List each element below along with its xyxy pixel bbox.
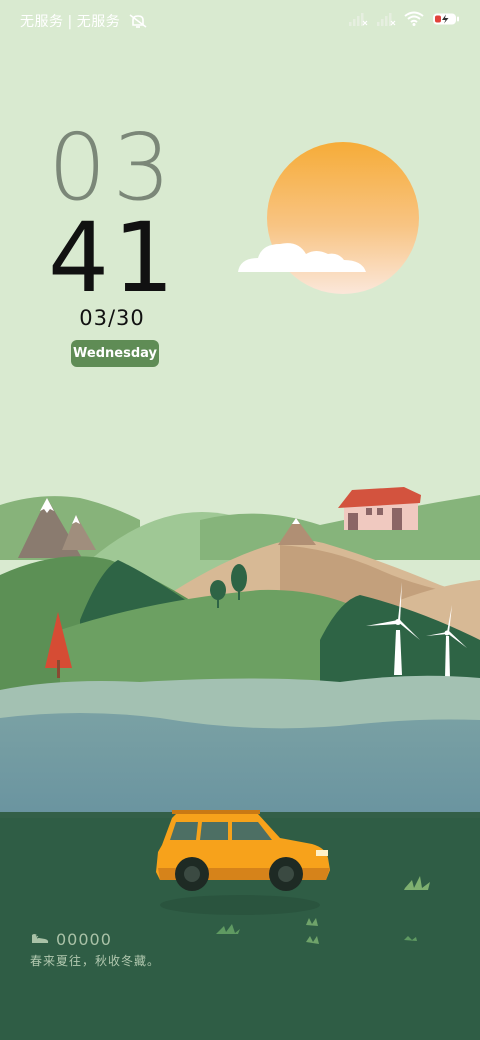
carrier-info: 无服务 | 无服务 (20, 11, 147, 33)
shoe-icon (30, 930, 50, 949)
step-count-value: 00000 (56, 930, 112, 949)
river (0, 713, 480, 815)
seasonal-quote: 春来夏往，秋收冬藏。 (30, 954, 161, 968)
weekday-badge: Wednesday (71, 340, 159, 367)
farmhouse (338, 487, 421, 530)
car-shadow (160, 895, 320, 915)
status-icons (348, 10, 460, 30)
clock-date: 03/30 (79, 306, 145, 330)
signal-off-icon (348, 11, 368, 30)
signal-off-icon (376, 11, 396, 30)
mute-vibrate-icon (129, 13, 147, 33)
carrier-2-label: 无服务 (76, 14, 121, 30)
step-counter-widget[interactable]: 00000 (30, 930, 112, 949)
battery-charging-icon (432, 11, 460, 30)
lock-screen: 无服务 | 无服务 03 41 03/30 Wednesday 00000 春来… (0, 0, 480, 1040)
status-bar: 无服务 | 无服务 (0, 0, 480, 40)
clock-minute: 41 (48, 202, 179, 314)
carrier-separator: | (67, 14, 73, 30)
carrier-1-label: 无服务 (20, 14, 64, 30)
wifi-icon (404, 11, 424, 30)
